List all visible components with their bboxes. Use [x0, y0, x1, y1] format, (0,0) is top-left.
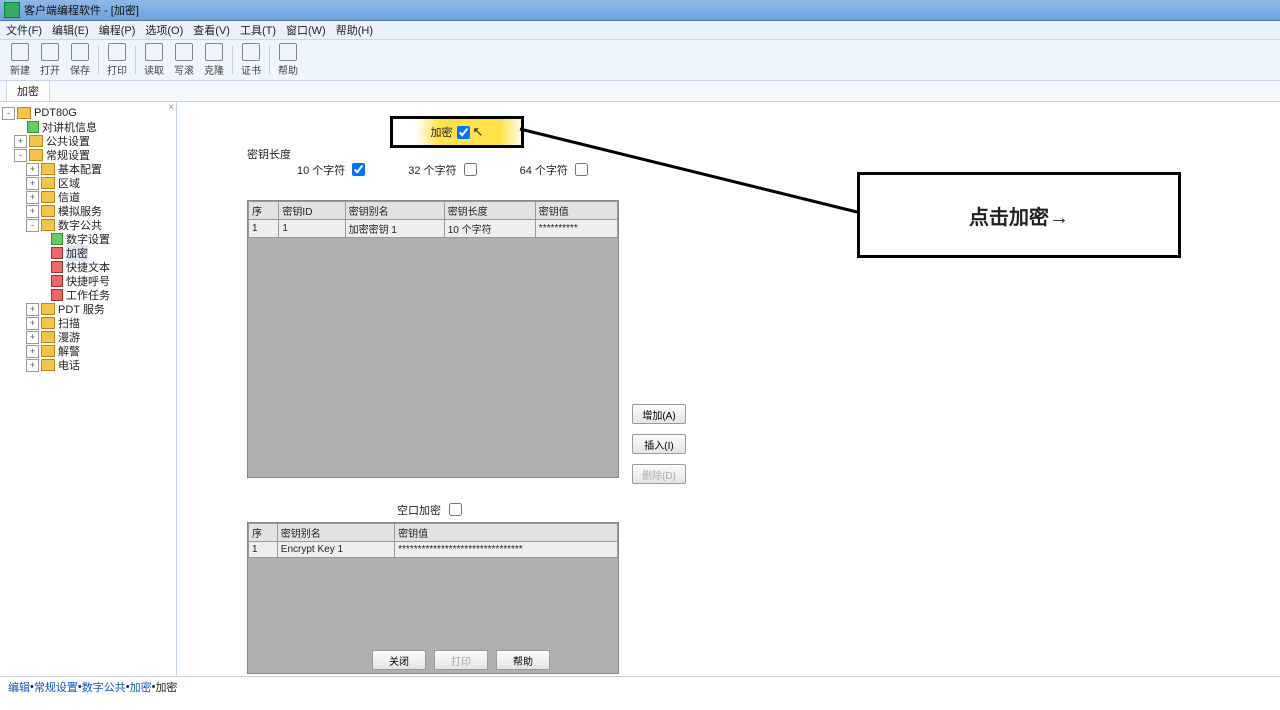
- add-button[interactable]: 增加(A): [632, 404, 686, 424]
- toolbar-separator: [232, 46, 233, 74]
- menu-选项(O)[interactable]: 选项(O): [145, 22, 183, 38]
- menu-编辑(E)[interactable]: 编辑(E): [52, 22, 89, 38]
- tree-常规设置[interactable]: -常规设置: [2, 148, 174, 162]
- help-button[interactable]: 帮助: [496, 650, 550, 670]
- insert-button[interactable]: 插入(I): [632, 434, 686, 454]
- menu-窗口(W)[interactable]: 窗口(W): [286, 22, 326, 38]
- tree-数字设置[interactable]: 数字设置: [2, 232, 174, 246]
- callout-text: 点击加密→: [969, 201, 1069, 230]
- status-p3: 数字公共: [82, 679, 126, 695]
- tree-PDT80G[interactable]: -PDT80G: [2, 106, 174, 120]
- tree-工作任务[interactable]: 工作任务: [2, 288, 174, 302]
- status-bar: 编辑• 常规设置• 数字公共• 加密• 加密: [0, 676, 1280, 697]
- label-key-length: 密钥长度: [247, 146, 291, 162]
- menu-编程(P)[interactable]: 编程(P): [99, 22, 136, 38]
- toolbar-读取[interactable]: 读取: [140, 43, 168, 77]
- toolbar-separator: [98, 46, 99, 74]
- opt-10chars[interactable]: 10 个字符: [297, 160, 368, 179]
- print-button[interactable]: 打印: [434, 650, 488, 670]
- menu-查看(V)[interactable]: 查看(V): [193, 22, 230, 38]
- tab-encrypt[interactable]: 加密: [6, 80, 50, 101]
- menu-bar: 文件(F) 编辑(E) 编程(P) 选项(O) 查看(V) 工具(T) 窗口(W) 帮助(H): [0, 21, 1280, 40]
- menu-工具(T)[interactable]: 工具(T): [240, 22, 276, 38]
- keys-grid[interactable]: 序密钥ID密钥别名密钥长度密钥值11加密密钥 110 个字符**********: [247, 200, 619, 478]
- tree-公共设置[interactable]: +公共设置: [2, 134, 174, 148]
- menu-文件(F)[interactable]: 文件(F): [6, 22, 42, 38]
- col-密钥别名[interactable]: 密钥别名: [277, 524, 394, 542]
- status-p5: 加密: [155, 679, 177, 695]
- toolbar-separator: [269, 46, 270, 74]
- col-密钥长度[interactable]: 密钥长度: [444, 202, 535, 220]
- tab-strip: 加密: [0, 81, 1280, 102]
- window-title: 客户端编程软件 - [加密]: [24, 2, 139, 18]
- toolbar-克隆[interactable]: 克隆: [200, 43, 228, 77]
- label-encrypt: 加密: [431, 124, 453, 140]
- toolbar: 新建打开保存打印读取写滚克隆证书帮助: [0, 40, 1280, 81]
- col-密钥别名[interactable]: 密钥别名: [345, 202, 444, 220]
- tree-快捷呼号[interactable]: 快捷呼号: [2, 274, 174, 288]
- tree-电话[interactable]: +电话: [2, 358, 174, 372]
- toolbar-打开[interactable]: 打开: [36, 43, 64, 77]
- tree-对讲机信息[interactable]: 对讲机信息: [2, 120, 174, 134]
- opt-64chars[interactable]: 64 个字符: [520, 160, 591, 179]
- sidebar-tree[interactable]: × -PDT80G对讲机信息+公共设置-常规设置+基本配置+区域+信道+模拟服务…: [0, 102, 177, 676]
- tree-PDT 服务[interactable]: +PDT 服务: [2, 302, 174, 316]
- tree-区域[interactable]: +区域: [2, 176, 174, 190]
- toolbar-证书[interactable]: 证书: [237, 43, 265, 77]
- col-序[interactable]: 序: [249, 524, 278, 542]
- label-air-encrypt: 空口加密: [397, 502, 441, 518]
- encrypt-checkbox-highlight: 加密 ↖: [390, 116, 524, 148]
- col-序[interactable]: 序: [249, 202, 279, 220]
- col-密钥值[interactable]: 密钥值: [535, 202, 617, 220]
- close-icon[interactable]: ×: [168, 102, 174, 113]
- title-bar: 客户端编程软件 - [加密]: [0, 0, 1280, 21]
- col-密钥ID[interactable]: 密钥ID: [279, 202, 345, 220]
- encrypt-checkbox[interactable]: [457, 126, 470, 139]
- tree-信道[interactable]: +信道: [2, 190, 174, 204]
- app-icon: [4, 2, 20, 18]
- table-row[interactable]: 11加密密钥 110 个字符**********: [249, 220, 618, 238]
- callout-box: 点击加密→: [857, 172, 1181, 258]
- tree-漫游[interactable]: +漫游: [2, 330, 174, 344]
- delete-button[interactable]: 删除(D): [632, 464, 686, 484]
- toolbar-新建[interactable]: 新建: [6, 43, 34, 77]
- content-area: × -PDT80G对讲机信息+公共设置-常规设置+基本配置+区域+信道+模拟服务…: [0, 102, 1280, 676]
- tree-基本配置[interactable]: +基本配置: [2, 162, 174, 176]
- toolbar-写滚[interactable]: 写滚: [170, 43, 198, 77]
- tree-快捷文本[interactable]: 快捷文本: [2, 260, 174, 274]
- status-p4: 加密: [130, 679, 152, 695]
- toolbar-separator: [135, 46, 136, 74]
- toolbar-帮助[interactable]: 帮助: [274, 43, 302, 77]
- tree-模拟服务[interactable]: +模拟服务: [2, 204, 174, 218]
- cursor-icon: ↖: [473, 124, 484, 140]
- close-button[interactable]: 关闭: [372, 650, 426, 670]
- air-encrypt-checkbox[interactable]: [449, 503, 462, 516]
- col-密钥值[interactable]: 密钥值: [395, 524, 618, 542]
- tree-加密[interactable]: 加密: [2, 246, 174, 260]
- tree-数字公共[interactable]: -数字公共: [2, 218, 174, 232]
- main-panel: 密钥长度 加密 ↖ 10 个字符 32 个字符 64 个字符 序密钥ID密钥别名…: [177, 102, 1280, 676]
- toolbar-保存[interactable]: 保存: [66, 43, 94, 77]
- toolbar-打印[interactable]: 打印: [103, 43, 131, 77]
- tree-解警[interactable]: +解警: [2, 344, 174, 358]
- bottom-buttons: 关闭 打印 帮助: [372, 650, 550, 670]
- status-p1: 编辑: [8, 679, 30, 695]
- tree-扫描[interactable]: +扫描: [2, 316, 174, 330]
- air-encrypt-row: 空口加密: [397, 500, 465, 519]
- menu-帮助(H)[interactable]: 帮助(H): [336, 22, 373, 38]
- key-length-options: 10 个字符 32 个字符 64 个字符: [297, 160, 591, 179]
- table-row[interactable]: 1Encrypt Key 1**************************…: [249, 542, 618, 558]
- opt-32chars[interactable]: 32 个字符: [408, 160, 479, 179]
- status-p2: 常规设置: [34, 679, 78, 695]
- grid-buttons: 增加(A) 插入(I) 删除(D): [632, 404, 686, 484]
